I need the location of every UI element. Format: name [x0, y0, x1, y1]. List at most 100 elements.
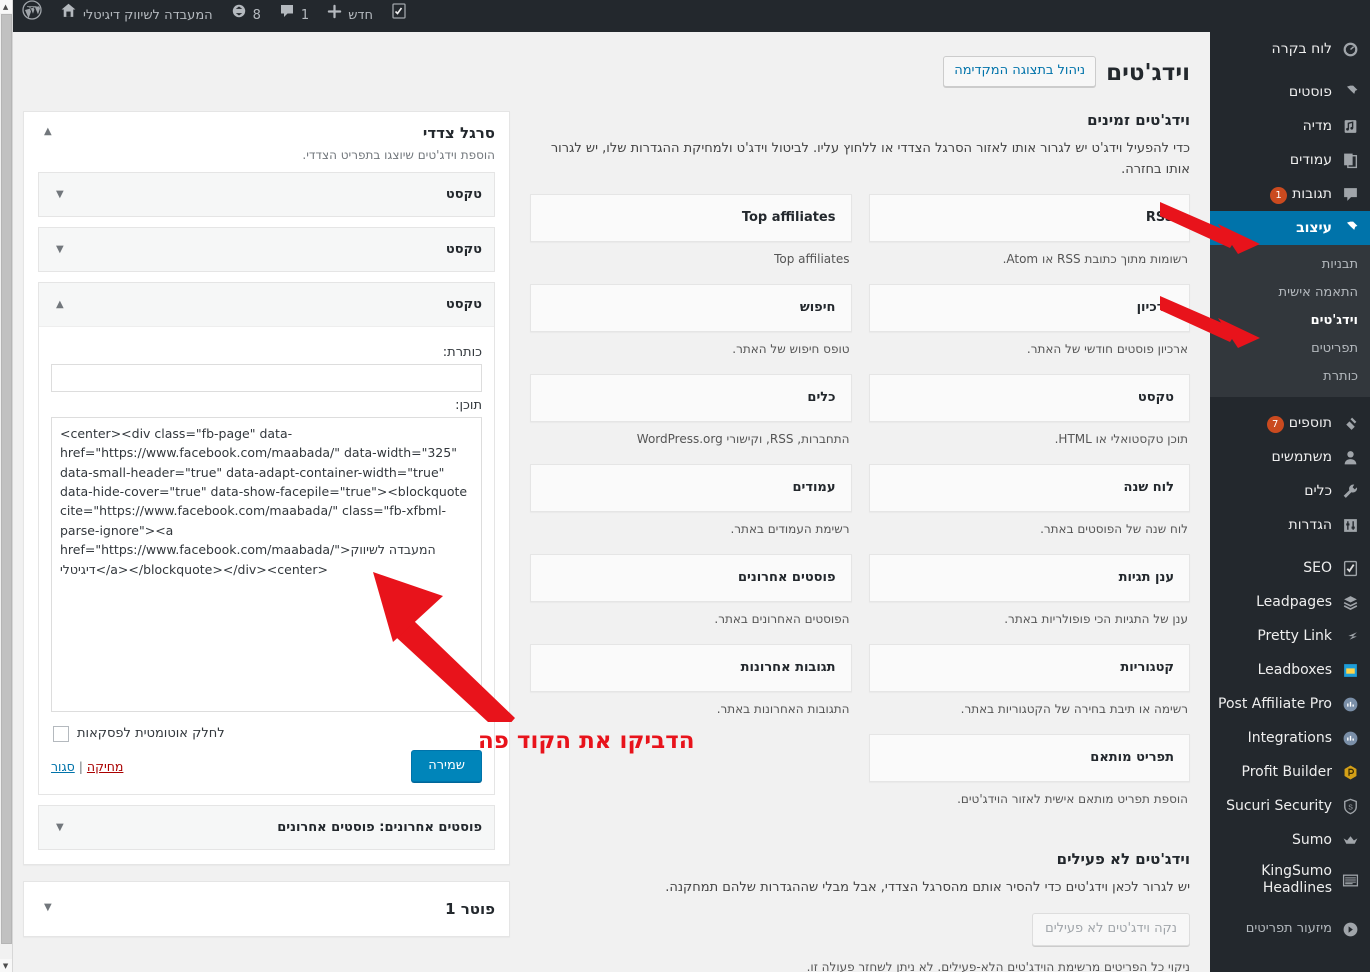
widget-area-sidebar: סרגל צדדי הוספת וידג'טים שיוצגו בתפריט ה…	[23, 110, 510, 866]
sidebar-subitem-customize[interactable]: התאמה אישית	[1210, 279, 1370, 307]
sidebar-item-tools[interactable]: כלים	[1210, 474, 1370, 508]
widget-title[interactable]: תפריט מותאם	[868, 734, 1190, 783]
widget-instance-header[interactable]: טקסט ▲	[39, 282, 494, 327]
sidebar-item-leadpages[interactable]: Leadpages	[1210, 585, 1370, 619]
autop-checkbox[interactable]	[53, 725, 69, 742]
plus-icon	[327, 0, 342, 32]
sidebar-subitem-themes[interactable]: תבניות	[1210, 251, 1370, 279]
widget-form-controls: שמירה מחיקה | סגור	[51, 749, 482, 783]
widget-areas-column: סרגל צדדי הוספת וידג'טים שיוצגו בתפריט ה…	[23, 110, 510, 972]
widget-instance-title: פוסטים אחרונים: פוסטים אחרונים	[277, 820, 482, 836]
integrations-chart-icon	[1340, 728, 1360, 748]
layers-icon	[1340, 592, 1360, 612]
widget-instance-text-2[interactable]: טקסט ▼	[38, 226, 495, 272]
sidebar-subitem-header[interactable]: כותרת	[1210, 363, 1370, 391]
widget-title[interactable]: תגובות אחרונות	[530, 644, 852, 693]
autop-row: לחלק אוטומטית לפסקאות	[53, 725, 480, 742]
save-button[interactable]: שמירה	[411, 749, 482, 783]
sidebar-item-users[interactable]: משתמשים	[1210, 440, 1370, 474]
manage-in-customizer-button[interactable]: ניהול בתצוגה המקדימה	[943, 56, 1097, 87]
admin-bar-updates[interactable]: 8	[222, 0, 270, 32]
available-widget: תפריט מותאם הוספת תפריט מותאם אישית לאזו…	[868, 734, 1190, 808]
widget-instance-text-1[interactable]: טקסט ▼	[38, 171, 495, 217]
sidebar-item-post-affiliate-pro[interactable]: Post Affiliate Pro	[1210, 687, 1370, 721]
sidebar-item-settings[interactable]: הגדרות	[1210, 508, 1370, 542]
sidebar-subitem-widgets[interactable]: וידג'טים	[1210, 307, 1370, 335]
admin-bar-wp-logo[interactable]	[13, 0, 51, 32]
chevron-up-icon[interactable]: ▲	[38, 124, 58, 140]
clear-inactive-widgets-button[interactable]: נקה וידג'טים לא פעילים	[1032, 913, 1190, 946]
widget-instance-recent-posts[interactable]: פוסטים אחרונים: פוסטים אחרונים ▼	[38, 805, 495, 851]
available-widget: לוח שנה לוח שנה של הפוסטים באתר.	[868, 464, 1190, 538]
widget-title[interactable]: RSS	[868, 194, 1190, 243]
sidebar-item-dashboard[interactable]: לוח בקרה	[1210, 32, 1370, 66]
main-content: וידג'טים ניהול בתצוגה המקדימה וידג'טים ז…	[13, 32, 1210, 972]
widget-instance-title: טקסט	[445, 186, 482, 202]
available-widget: כלים התחברות, RSS, וקישורי WordPress.org	[530, 374, 852, 448]
admin-bar-seo-icon-item[interactable]	[382, 0, 416, 32]
sidebar-item-pages[interactable]: עמודים	[1210, 143, 1370, 177]
chevron-up-icon[interactable]: ▲	[51, 299, 69, 310]
widget-title[interactable]: לוח שנה	[868, 464, 1190, 513]
window-scrollbar[interactable]: ▲ ▼	[0, 0, 13, 972]
scroll-down-arrow-icon[interactable]: ▼	[0, 959, 12, 972]
admin-bar-site-name[interactable]: המעבדה לשיווק דיגיטלי	[51, 0, 222, 32]
delete-link[interactable]: מחיקה	[87, 759, 124, 774]
admin-bar: חדש 1 8 המעבדה לשיווק דיגיטלי	[13, 0, 1370, 32]
widget-title[interactable]: פוסטים אחרונים	[530, 554, 852, 603]
widget-description: ענן של התגיות הכי פופולריות באתר.	[1004, 612, 1188, 627]
sidebar-item-comments[interactable]: תגובות1	[1210, 177, 1370, 211]
sidebar-item-label: מדיה	[1302, 118, 1332, 134]
sidebar-subitem-menus[interactable]: תפריטים	[1210, 335, 1370, 363]
sidebar-item-profit-builder[interactable]: Profit Builder	[1210, 755, 1370, 789]
admin-bar-comments[interactable]: 1	[270, 0, 318, 32]
chevron-down-icon[interactable]: ▼	[51, 244, 69, 255]
chevron-down-icon[interactable]: ▼	[51, 189, 69, 200]
sidebar-item-leadboxes[interactable]: Leadboxes	[1210, 653, 1370, 687]
widget-title[interactable]: ארכיון	[868, 284, 1190, 333]
sidebar-item-label: עמודים	[1289, 152, 1332, 168]
sidebar-item-label: Leadpages	[1256, 594, 1332, 610]
sidebar-item-pretty-link[interactable]: Pretty Link	[1210, 619, 1370, 653]
available-widget: ארכיון ארכיון פוסטים חודשי של האתר.	[868, 284, 1190, 358]
available-widget: פוסטים אחרונים הפוסטים האחרונים באתר.	[530, 554, 852, 628]
widget-title-input[interactable]	[51, 363, 482, 392]
widget-title[interactable]: עמודים	[530, 464, 852, 513]
menu-separator	[1210, 397, 1370, 406]
widget-title[interactable]: קטגוריות	[868, 644, 1190, 693]
widget-area-header[interactable]: פוטר 1 ▼	[24, 882, 509, 936]
widget-area-header[interactable]: סרגל צדדי הוספת וידג'טים שיוצגו בתפריט ה…	[24, 112, 509, 172]
sidebar-item-media[interactable]: מדיה	[1210, 109, 1370, 143]
widget-instance-title: טקסט	[445, 296, 482, 312]
sidebar-item-integrations[interactable]: Integrations	[1210, 721, 1370, 755]
admin-bar-new-label: חדש	[348, 8, 374, 23]
sidebar-item-appearance[interactable]: עיצוב	[1210, 211, 1370, 245]
pretty-link-icon	[1340, 626, 1360, 646]
sidebar-item-label: SEO	[1303, 560, 1332, 576]
admin-bar-new-content[interactable]: חדש	[318, 0, 382, 32]
chevron-down-icon[interactable]: ▼	[38, 900, 58, 916]
scrollbar-thumb[interactable]	[1, 14, 12, 944]
close-link[interactable]: סגור	[51, 759, 75, 774]
chevron-down-icon[interactable]: ▼	[51, 822, 69, 833]
sidebar-item-seo[interactable]: SEO	[1210, 551, 1370, 585]
sidebar-item-collapse-menu[interactable]: מיזעור תפריטים	[1210, 912, 1370, 946]
widget-title[interactable]: חיפוש	[530, 284, 852, 333]
scroll-up-arrow-icon[interactable]: ▲	[0, 0, 12, 13]
settings-sliders-icon	[1340, 515, 1360, 535]
widget-title[interactable]: ענן תגיות	[868, 554, 1190, 603]
widget-title[interactable]: כלים	[530, 374, 852, 423]
user-icon	[1340, 447, 1360, 467]
sidebar-item-sucuri-security[interactable]: Sucuri Security S	[1210, 789, 1370, 823]
sidebar-item-kingsumo-headlines[interactable]: KingSumo Headlines	[1210, 857, 1370, 903]
widget-content-textarea[interactable]: <center><div class="fb-page" data-href="…	[51, 416, 482, 712]
comment-bubble-icon	[279, 0, 295, 32]
widget-title[interactable]: Top affiliates	[530, 194, 852, 243]
wordpress-admin-widgets-page: חדש 1 8 המעבדה לשיווק דיגיטלי לוח בקרה פ…	[0, 0, 1370, 972]
widget-description: לוח שנה של הפוסטים באתר.	[1040, 522, 1188, 537]
sidebar-item-sumo[interactable]: Sumo	[1210, 823, 1370, 857]
available-widget: Top affiliates Top affiliates	[530, 194, 852, 268]
widget-title[interactable]: טקסט	[868, 374, 1190, 423]
sidebar-item-plugins[interactable]: תוספים7	[1210, 406, 1370, 440]
sidebar-item-posts[interactable]: פוסטים	[1210, 75, 1370, 109]
